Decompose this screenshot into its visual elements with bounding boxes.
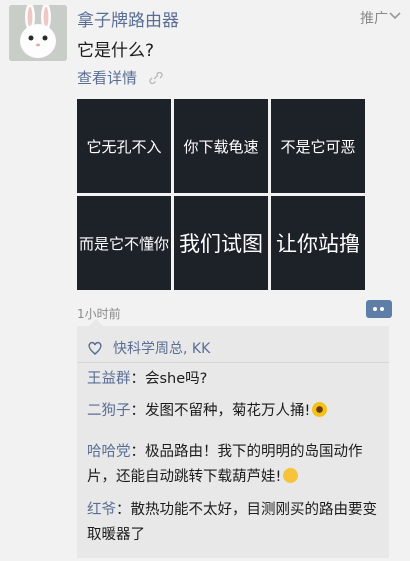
image-tile[interactable]: 不是它可恶 [271, 99, 365, 193]
comment[interactable]: 哈哈党：极品路由！我下的明明的岛国动作片，还能自动跳转下载葫芦娃! [87, 440, 387, 490]
image-tile[interactable]: 你下载龟速 [174, 99, 268, 193]
avatar[interactable] [9, 5, 67, 61]
link-icon [149, 72, 163, 84]
post-text: 它是什么? [77, 41, 155, 61]
account-name[interactable]: 拿子牌路由器 [77, 6, 179, 31]
comment[interactable]: 二狗子：发图不留种，菊花万人捅! [87, 399, 387, 424]
ad-label: 推广 [360, 11, 388, 27]
commenter-name[interactable]: 王益群 [87, 371, 131, 387]
comment[interactable]: 红爷：散热功能不太好，目测刚买的路由要变取暖器了 [87, 498, 387, 548]
commenter-name[interactable]: 哈哈党 [87, 444, 131, 460]
rabbit-avatar-icon [9, 5, 67, 61]
divider [77, 362, 389, 363]
commenter-name[interactable]: 红爷 [87, 502, 116, 518]
image-grid: 它无孔不入 你下载龟速 不是它可恶 而是它不懂你 我们试图 让你站撸 [77, 99, 365, 291]
likes-names[interactable]: 快科学周总, KK [113, 338, 210, 358]
detail-link[interactable]: 查看详情 [77, 67, 137, 88]
comment[interactable]: 王益群：会she吗? [87, 367, 387, 392]
chevron-down-icon[interactable] [388, 9, 402, 23]
image-tile[interactable]: 而是它不懂你 [77, 196, 171, 290]
image-tile[interactable]: 让你站撸 [271, 196, 365, 290]
interaction-panel: 快科学周总, KK 王益群：会she吗? 二狗子：发图不留种，菊花万人捅! 哈哈… [77, 319, 389, 558]
image-tile[interactable]: 我们试图 [174, 196, 268, 290]
more-button[interactable] [366, 300, 392, 318]
smile-emoji [283, 468, 299, 483]
sunflower-emoji [312, 402, 328, 417]
heart-icon [88, 341, 102, 355]
comment-text: ：发图不留种，菊花万人捅! [130, 403, 311, 419]
more-icon-dot [380, 307, 384, 311]
more-icon-dot [373, 307, 377, 311]
likes-row: 快科学周总, KK [87, 338, 210, 358]
image-tile[interactable]: 它无孔不入 [77, 99, 171, 193]
comment-text: ：会she吗? [130, 371, 208, 387]
comment-text: ：散热功能不太好，目测刚买的路由要变取暖器了 [87, 502, 377, 543]
commenter-name[interactable]: 二狗子 [87, 403, 131, 419]
